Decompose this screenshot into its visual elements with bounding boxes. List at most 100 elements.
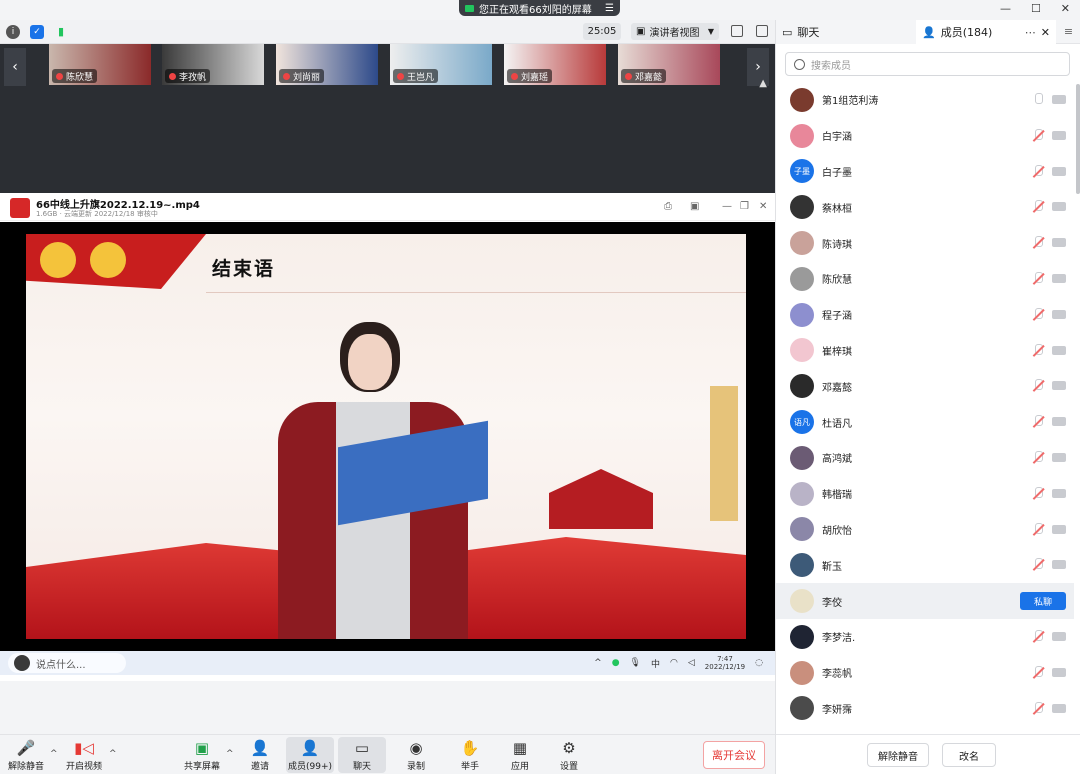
member-row[interactable]: 胡欣怡 [776,512,1074,548]
member-row[interactable]: 邓嘉懿 [776,368,1074,404]
unmute-all-button[interactable]: 解除静音 [867,743,929,767]
private-chat-button[interactable]: 私聊 [1020,592,1066,611]
wifi-icon[interactable]: ◠ [670,658,678,668]
member-row[interactable]: 李佼 私聊 [776,583,1074,619]
tab-members[interactable]: 👤 成员(184) ⋯ ✕ [916,20,1056,44]
chat-button[interactable]: ▭ 聊天 [338,737,386,773]
camera-icon[interactable] [1052,238,1066,248]
mic-icon[interactable] [1032,93,1044,106]
scrollbar[interactable] [1076,84,1080,194]
mic-muted-icon[interactable] [1032,236,1044,249]
participant-tile[interactable]: 刘嘉瑶 [504,44,606,85]
mic-icon[interactable]: 🎙 [630,658,641,668]
camera-icon[interactable] [1052,417,1066,427]
camera-icon[interactable] [1052,202,1066,212]
camera-icon[interactable] [1052,273,1066,283]
member-row[interactable]: 子墨 白子墨 [776,154,1074,190]
member-row[interactable]: 语凡 杜语凡 [776,404,1074,440]
minimize-icon[interactable]: — [1000,2,1011,15]
mic-muted-icon[interactable] [1032,450,1044,464]
camera-icon[interactable] [1052,667,1066,677]
maximize-icon[interactable]: ☐ [1031,2,1041,15]
mic-muted-icon[interactable] [1032,629,1044,643]
invite-button[interactable]: 👤 邀请 [236,737,284,773]
member-row[interactable]: 李梦洁. [776,619,1074,655]
collapse-gallery-icon[interactable]: ▲ [759,78,767,89]
mic-muted-icon[interactable] [1032,164,1044,178]
mic-muted-icon[interactable] [1032,558,1044,571]
close-icon[interactable]: ✕ [759,201,767,212]
member-row[interactable]: 崔梓琪 [776,333,1074,369]
mic-muted-icon[interactable] [1032,343,1044,357]
fullscreen-icon[interactable] [731,25,743,37]
chat-input[interactable]: 说点什么... [8,653,126,673]
gallery-prev-button[interactable]: ‹ [4,48,26,86]
close-icon[interactable]: ✕ [1041,26,1050,39]
mic-muted-icon[interactable] [1032,307,1044,321]
members-button[interactable]: 👤 成员(99+) [286,737,334,773]
record-button[interactable]: ◉ 录制 [392,737,440,773]
member-search-input[interactable]: 搜索成员 [785,52,1070,76]
unmute-button[interactable]: 🎤 解除静音 [2,737,50,773]
notification-icon[interactable]: ◌ [755,658,763,668]
chevron-up-icon[interactable]: ^ [226,749,234,759]
wechat-icon[interactable]: ● [612,658,620,668]
member-row[interactable]: 蔡林桓 [776,189,1074,225]
member-row[interactable]: 陈诗琪 [776,225,1074,261]
sidebar-toggle-icon[interactable] [756,25,768,37]
mic-muted-icon[interactable] [1032,522,1044,536]
tab-chat[interactable]: ▭ 聊天 [776,20,916,44]
mic-muted-icon[interactable] [1032,701,1044,715]
signal-icon[interactable]: ▮ [54,25,68,39]
mic-muted-icon[interactable] [1032,271,1044,285]
chevron-up-icon[interactable]: ^ [109,749,117,759]
shield-icon[interactable]: ✓ [30,24,44,39]
camera-icon[interactable] [1052,381,1066,391]
camera-icon[interactable] [1052,560,1066,570]
member-row[interactable]: 第1组范利涛 [776,82,1074,118]
menu-icon[interactable]: ☰ [605,3,614,14]
panel-menu-icon[interactable]: ≡ [1056,20,1080,43]
camera-icon[interactable] [1052,345,1066,355]
restore-icon[interactable]: ❐ [740,201,749,212]
emoji-icon[interactable] [14,655,30,671]
print-icon[interactable]: ⎙ [664,201,672,212]
camera-icon[interactable] [1052,452,1066,462]
viewing-screen-banner[interactable]: 您正在观看66刘阳的屏幕 ☰ [459,0,620,16]
mic-muted-icon[interactable] [1032,128,1044,142]
camera-icon[interactable] [1052,524,1066,534]
participant-tile[interactable]: 陈欣慧 [49,44,151,85]
tray-up-icon[interactable]: ^ [594,658,602,668]
pip-icon[interactable]: ▣ [690,201,699,212]
member-row[interactable]: 陈欣慧 [776,261,1074,297]
participant-tile[interactable]: 邓嘉懿 [618,44,720,85]
apps-button[interactable]: ▦ 应用 [496,737,544,773]
member-row[interactable]: 高鸿斌 [776,440,1074,476]
member-row[interactable]: 李妍霈 [776,691,1074,727]
camera-icon[interactable] [1052,631,1066,641]
camera-icon[interactable] [1052,130,1066,140]
member-row[interactable]: 程子涵 [776,297,1074,333]
participant-tile[interactable]: 李孜帆 [162,44,264,85]
camera-icon[interactable] [1052,95,1066,104]
raise-hand-button[interactable]: ✋ 举手 [446,737,494,773]
view-mode-dropdown[interactable]: ▣ 演讲者视图 ▼ [631,23,719,40]
mic-muted-icon[interactable] [1032,415,1044,428]
volume-icon[interactable]: ◁ [688,658,695,668]
member-row[interactable]: 李蕊帆 [776,655,1074,691]
member-row[interactable]: 韩楷瑞 [776,476,1074,512]
rename-button[interactable]: 改名 [942,743,996,767]
camera-icon[interactable] [1052,309,1066,319]
member-row[interactable]: 白宇涵 [776,118,1074,154]
member-row[interactable]: 靳玉 [776,547,1074,583]
mic-muted-icon[interactable] [1032,486,1044,500]
camera-icon[interactable] [1052,703,1066,713]
mic-muted-icon[interactable] [1032,379,1044,392]
leave-meeting-button[interactable]: 离开会议 [703,741,765,769]
participant-tile[interactable]: 王岂凡 [390,44,492,85]
share-screen-button[interactable]: ▣ 共享屏幕 [178,737,226,773]
mic-muted-icon[interactable] [1032,200,1044,213]
settings-button[interactable]: ⚙ 设置 [545,737,593,773]
info-icon[interactable]: i [6,24,20,39]
participant-tile[interactable]: 刘尚丽 [276,44,378,85]
